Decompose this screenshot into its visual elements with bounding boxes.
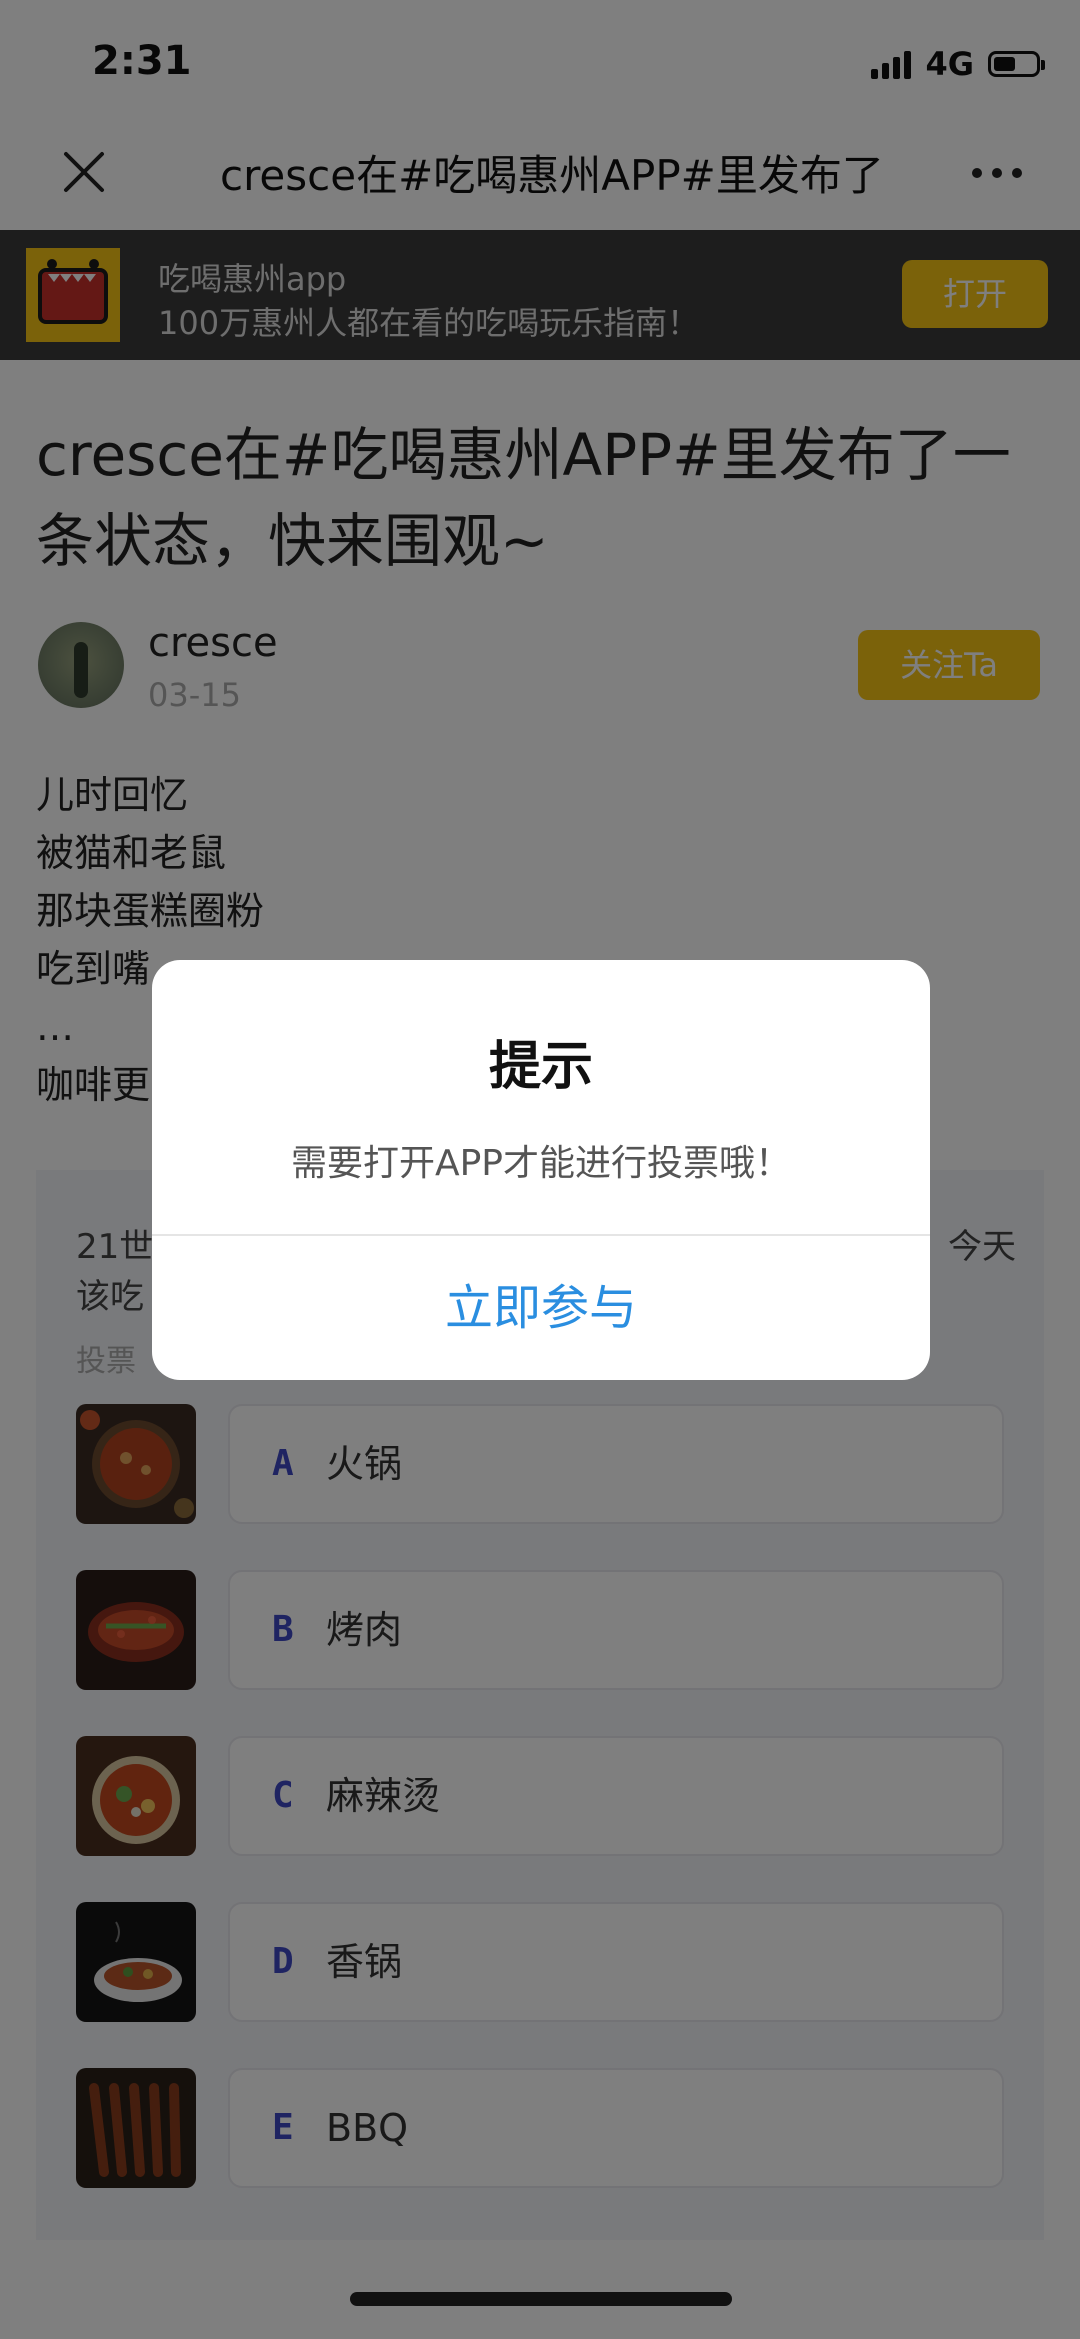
dialog-title: 提示 xyxy=(488,1037,593,1097)
dialog-message: 需要打开APP才能进行投票哦！ xyxy=(290,1143,792,1184)
prompt-dialog: 提示 需要打开APP才能进行投票哦！ 立即参与 xyxy=(152,960,930,1380)
home-indicator[interactable] xyxy=(350,2292,732,2306)
join-now-button[interactable]: 立即参与 xyxy=(152,1236,930,1380)
